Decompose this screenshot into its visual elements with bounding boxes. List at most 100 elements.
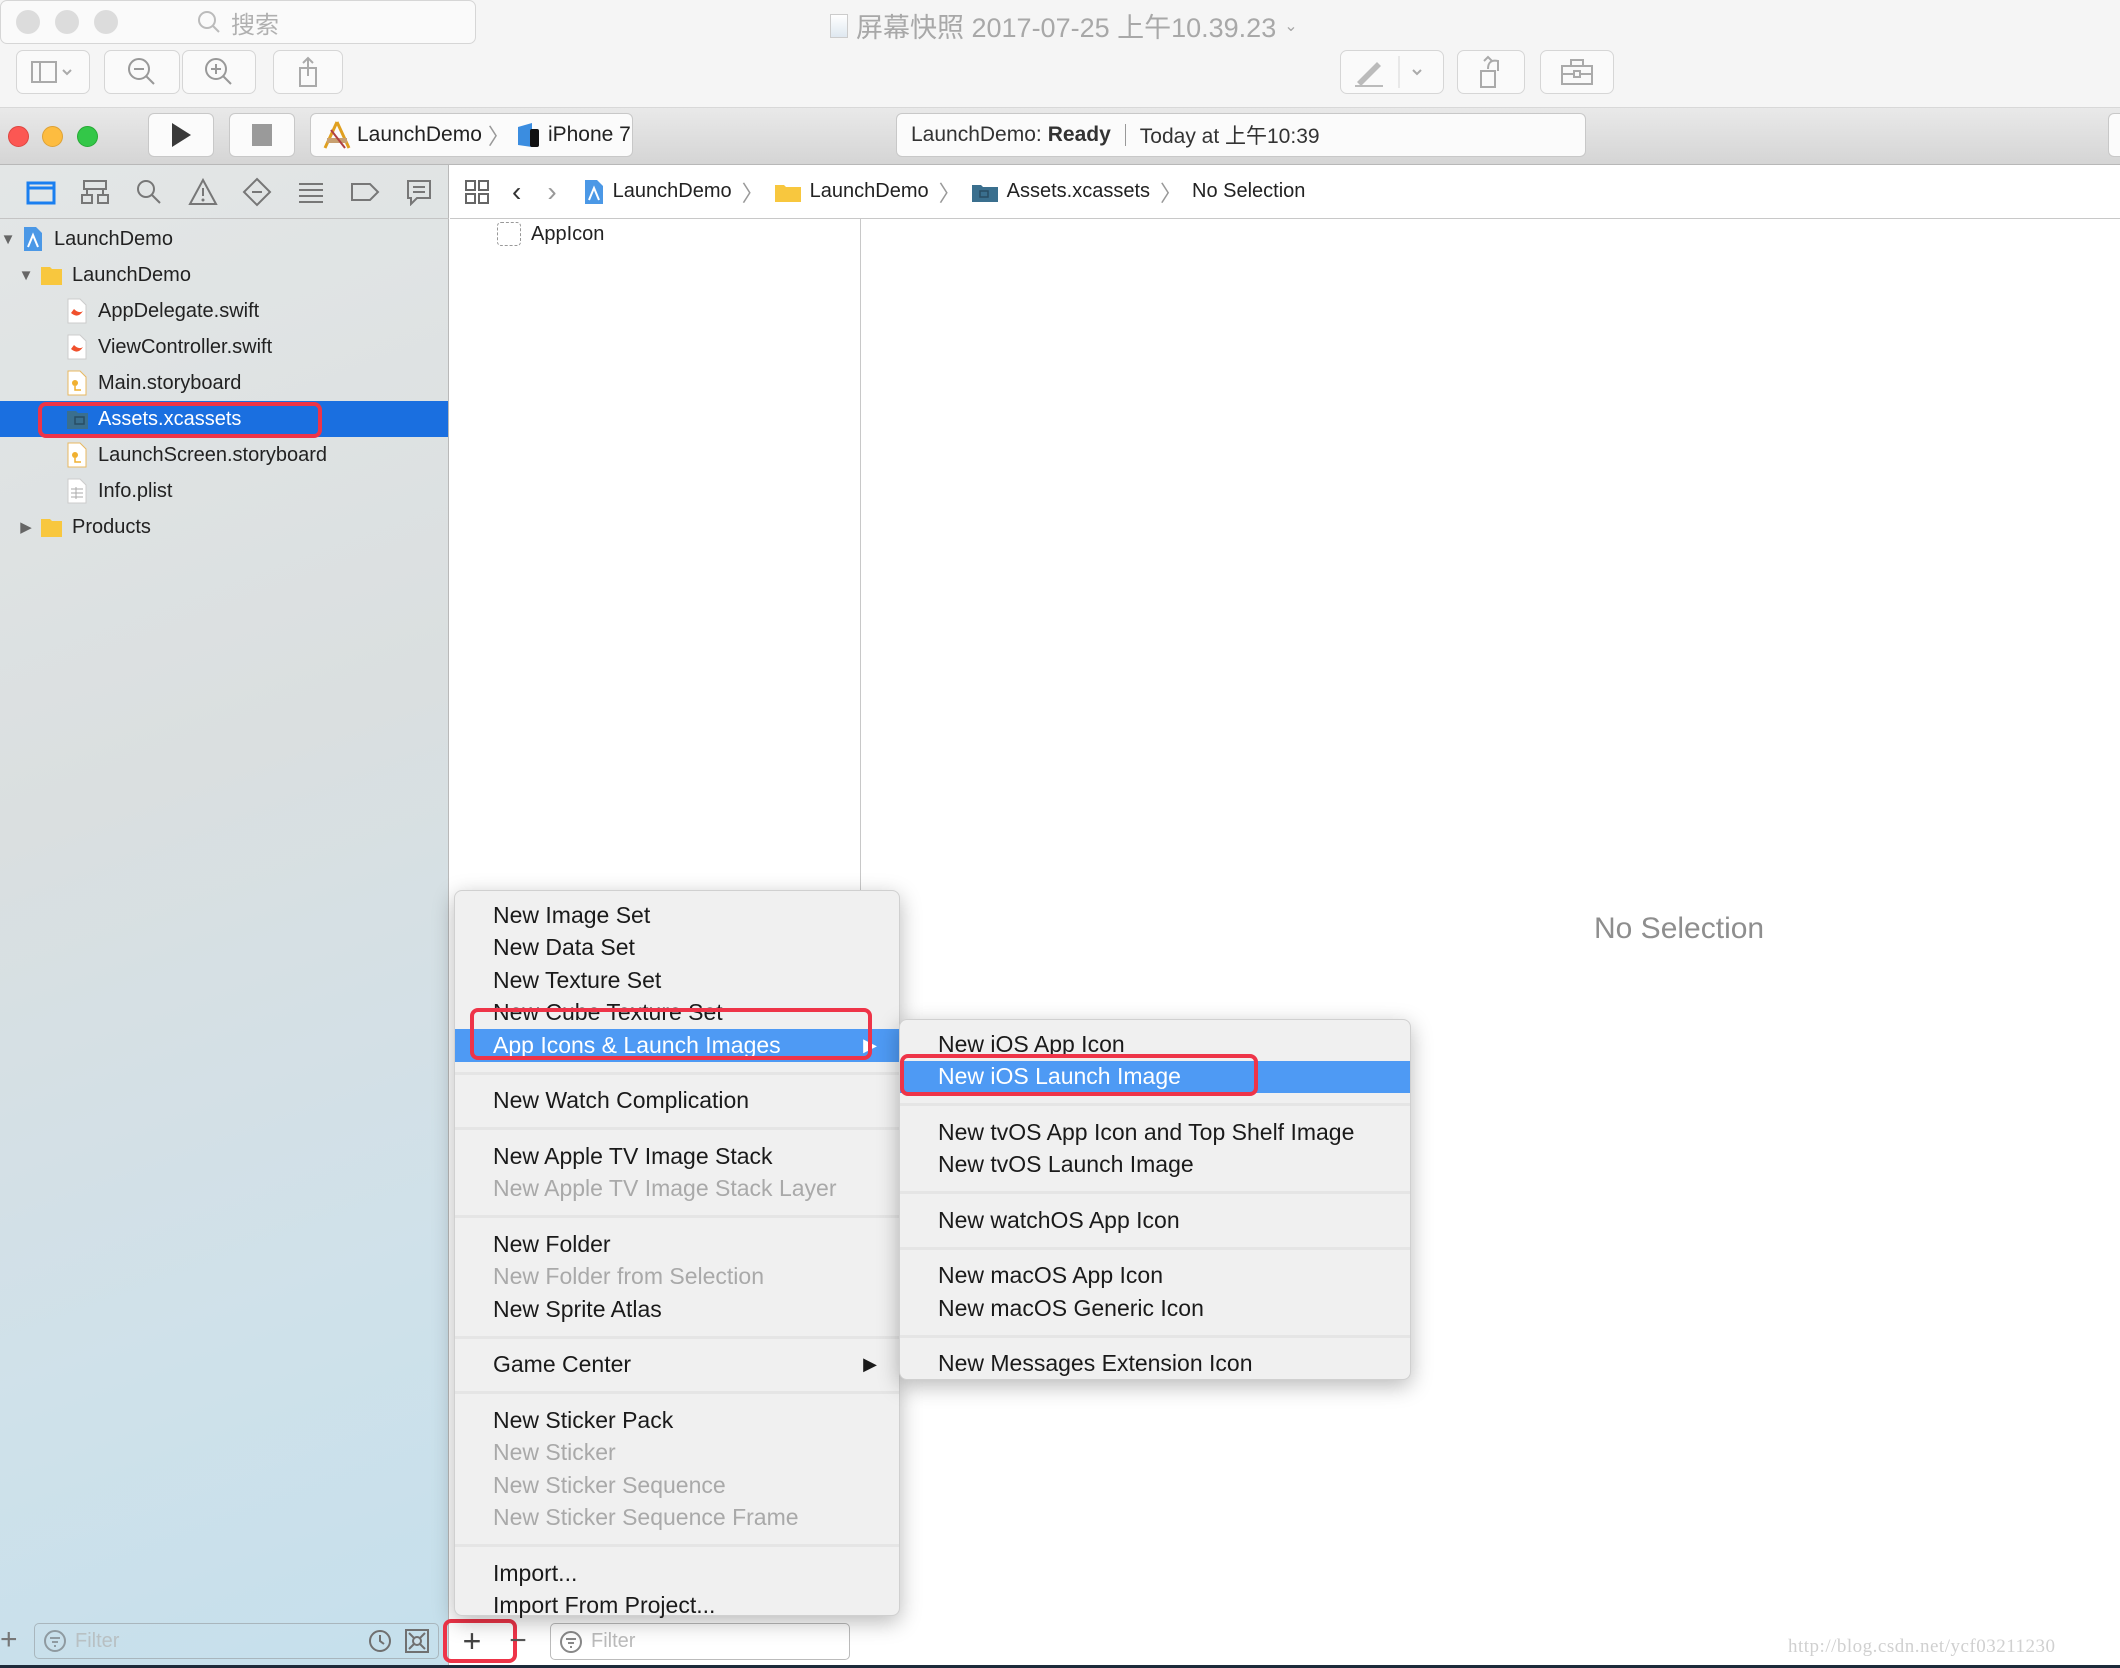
navigator-filter-field[interactable]: Filter — [34, 1623, 439, 1659]
editor-mode-button[interactable] — [2108, 113, 2120, 157]
preview-zoom-button[interactable] — [94, 10, 118, 34]
tree-item-label: Products — [72, 515, 151, 538]
menu-item[interactable]: New Sprite Atlas — [455, 1293, 899, 1326]
disclosure-collapsed-icon[interactable]: ▶ — [18, 518, 34, 536]
toolbox-button[interactable] — [1540, 50, 1614, 94]
disclosure-expanded-icon[interactable]: ▼ — [18, 267, 34, 284]
menu-item[interactable]: Import From Project... — [455, 1590, 899, 1623]
markup-button[interactable] — [1340, 50, 1444, 94]
menu-item[interactable]: New Messages Extension Icon — [900, 1348, 1410, 1381]
tree-item[interactable]: Info.plist — [0, 473, 448, 509]
menu-item[interactable]: New Sticker Pack — [455, 1404, 899, 1437]
asset-filter-placeholder: Filter — [591, 1630, 636, 1652]
nav-tab-breakpoints[interactable] — [338, 172, 392, 212]
swift-file-icon — [66, 298, 88, 324]
close-button[interactable] — [8, 126, 29, 147]
activity-viewer: LaunchDemo: Ready Today at 上午10:39 — [896, 113, 1586, 157]
menu-item[interactable]: New tvOS App Icon and Top Shelf Image — [900, 1116, 1410, 1149]
scheme-target-label: LaunchDemo — [357, 123, 482, 146]
menu-item[interactable]: New Texture Set — [455, 964, 899, 997]
nav-tab-reports[interactable] — [392, 172, 446, 212]
tree-item-label: LaunchDemo — [54, 227, 173, 250]
source-control-filter-icon[interactable] — [404, 1628, 430, 1654]
tree-item[interactable]: ViewController.swift — [0, 329, 448, 365]
menu-item[interactable]: New Image Set — [455, 899, 899, 932]
menu-item-label: New Image Set — [493, 901, 651, 928]
menu-item: New Sticker — [455, 1437, 899, 1470]
nav-tab-find[interactable] — [122, 172, 176, 212]
tree-item[interactable]: ▼ LaunchDemo — [0, 257, 448, 293]
preview-minimize-button[interactable] — [55, 10, 79, 34]
tree-item[interactable]: AppDelegate.swift — [0, 293, 448, 329]
menu-item: New Folder from Selection — [455, 1261, 899, 1294]
disclosure-expanded-icon[interactable]: ▼ — [0, 231, 16, 248]
breadcrumb-item-current[interactable]: No Selection — [1192, 180, 1305, 203]
zoom-in-button[interactable] — [182, 50, 256, 94]
asset-catalog-icon — [971, 184, 998, 202]
menu-separator — [900, 1191, 1410, 1194]
storyboard-file-icon — [66, 370, 88, 396]
breadcrumb-item-assets[interactable]: Assets.xcassets — [971, 180, 1150, 203]
menu-item-label: Import... — [493, 1559, 578, 1586]
sidebar-toggle-button[interactable] — [16, 50, 90, 94]
tree-item[interactable]: LaunchScreen.storyboard — [0, 437, 448, 473]
back-button[interactable]: ‹ — [512, 176, 521, 208]
debug-list-icon — [299, 182, 323, 203]
tree-item-label: AppDelegate.swift — [98, 299, 260, 322]
submenu-arrow-icon: ▶ — [863, 1354, 877, 1375]
share-button[interactable] — [273, 50, 343, 94]
menu-item[interactable]: New Data Set — [455, 932, 899, 965]
forward-button[interactable]: › — [547, 176, 556, 208]
preview-close-button[interactable] — [16, 10, 40, 34]
remove-asset-button[interactable]: − — [503, 1623, 533, 1659]
nav-tab-issues[interactable] — [176, 172, 230, 212]
menu-separator — [455, 1215, 899, 1218]
breadcrumb-label: LaunchDemo — [612, 180, 732, 202]
menu-item[interactable]: New Apple TV Image Stack — [455, 1140, 899, 1173]
tree-item-label: Info.plist — [98, 479, 173, 502]
minimize-button[interactable] — [42, 126, 63, 147]
menu-item[interactable]: New tvOS Launch Image — [900, 1149, 1410, 1182]
no-selection-label: No Selection — [1594, 912, 1765, 945]
navigator-add-button[interactable]: + — [0, 1623, 22, 1659]
menu-item-label: New Sprite Atlas — [493, 1295, 662, 1322]
menu-item-label: New watchOS App Icon — [938, 1206, 1180, 1233]
asset-filter-field[interactable]: Filter — [550, 1623, 850, 1660]
related-items-icon[interactable] — [464, 179, 490, 205]
watermark: http://blog.csdn.net/ycf03211230 — [1788, 1636, 2056, 1657]
navigator-selector-bar — [0, 165, 449, 219]
breadcrumb-item-group[interactable]: LaunchDemo — [774, 180, 929, 203]
window-title[interactable]: 屏幕快照 2017-07-25 上午10.39.23 ⌄ — [830, 6, 1298, 45]
recent-files-icon[interactable] — [368, 1629, 392, 1653]
rotate-button[interactable] — [1457, 50, 1525, 94]
tree-item[interactable]: ▶ Products — [0, 509, 448, 545]
menu-item[interactable]: Import... — [455, 1557, 899, 1590]
menu-item[interactable]: New watchOS App Icon — [900, 1204, 1410, 1237]
asset-item-appicon[interactable]: AppIcon — [497, 222, 604, 246]
menu-item[interactable]: Game Center ▶ — [455, 1349, 899, 1382]
menu-item[interactable]: New Watch Complication — [455, 1085, 899, 1118]
run-button[interactable] — [148, 113, 214, 157]
stop-button[interactable] — [229, 113, 295, 157]
nav-tab-tests[interactable] — [230, 172, 284, 212]
swift-file-icon — [66, 334, 88, 360]
zoom-out-button[interactable] — [104, 50, 180, 94]
fullscreen-button[interactable] — [77, 126, 98, 147]
menu-item[interactable]: New macOS App Icon — [900, 1260, 1410, 1293]
nav-tab-symbols[interactable] — [68, 172, 122, 212]
scheme-device-label[interactable]: iPhone 7 — [548, 123, 631, 147]
share-icon — [299, 56, 317, 87]
breadcrumb-item-project[interactable]: LaunchDemo — [583, 178, 732, 206]
tree-item-label: ViewController.swift — [98, 335, 273, 358]
nav-tab-project[interactable] — [14, 172, 68, 212]
scheme-selector[interactable]: LaunchDemo 〉 iPhone 7 — [310, 113, 633, 157]
tree-item-label: LaunchScreen.storyboard — [98, 443, 328, 466]
menu-item[interactable]: New macOS Generic Icon — [900, 1292, 1410, 1325]
nav-tab-debug[interactable] — [284, 172, 338, 212]
filter-icon — [44, 1630, 66, 1652]
document-icon — [830, 13, 848, 38]
tree-item[interactable]: ▼ LaunchDemo — [0, 221, 448, 257]
menu-item-label: New macOS Generic Icon — [938, 1294, 1204, 1321]
menu-item[interactable]: New Folder — [455, 1228, 899, 1261]
tree-item[interactable]: Main.storyboard — [0, 365, 448, 401]
